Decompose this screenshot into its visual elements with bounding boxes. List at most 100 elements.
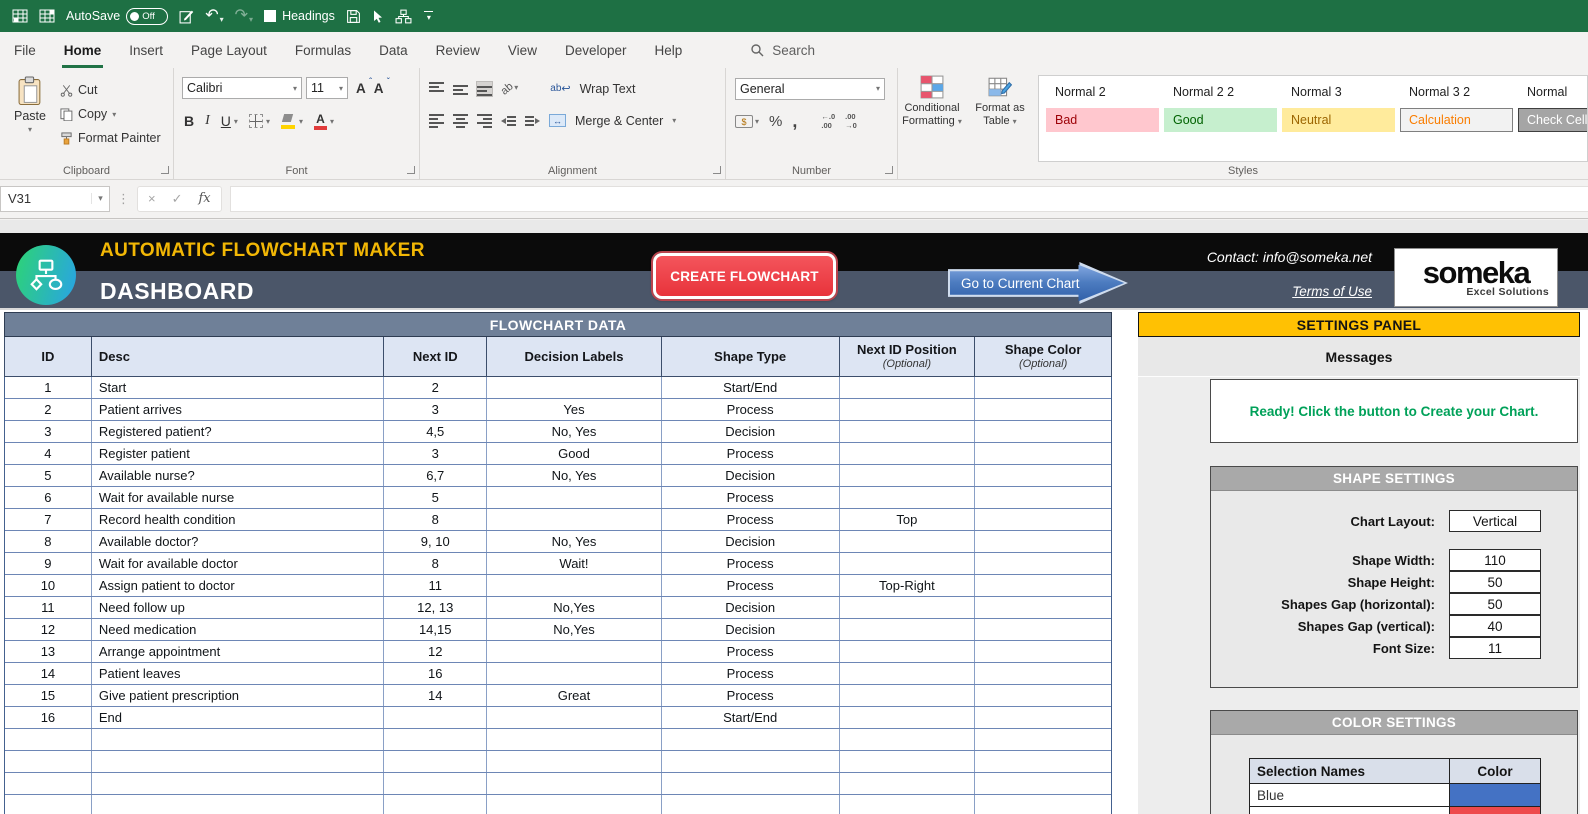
cell-desc[interactable]: Start bbox=[92, 377, 385, 398]
save-icon[interactable] bbox=[346, 9, 361, 24]
cell-id[interactable]: 3 bbox=[5, 421, 92, 442]
cell-next-id[interactable]: 12, 13 bbox=[384, 597, 488, 618]
cell-next-id[interactable]: 5 bbox=[384, 487, 488, 508]
empty-cell[interactable] bbox=[92, 729, 385, 750]
cell-decision-labels[interactable] bbox=[487, 707, 662, 728]
cell-id[interactable]: 14 bbox=[5, 663, 92, 684]
paste-button[interactable]: Paste ▾ bbox=[7, 75, 53, 150]
empty-cell[interactable] bbox=[5, 773, 92, 794]
cut-button[interactable]: Cut bbox=[60, 78, 161, 102]
cell-next-id-position[interactable] bbox=[840, 377, 976, 398]
increase-indent-button[interactable] bbox=[525, 115, 540, 126]
italic-button[interactable]: I bbox=[205, 113, 210, 129]
empty-cell[interactable] bbox=[5, 795, 92, 814]
empty-cell[interactable] bbox=[92, 795, 385, 814]
name-box-dropdown-icon[interactable]: ▾ bbox=[91, 193, 109, 204]
cell-shape-color[interactable] bbox=[975, 487, 1111, 508]
color-name-cell[interactable] bbox=[1250, 807, 1450, 814]
cell-id[interactable]: 7 bbox=[5, 509, 92, 530]
name-box[interactable]: V31 ▾ bbox=[0, 185, 110, 212]
cell-desc[interactable]: End bbox=[92, 707, 385, 728]
cell-desc[interactable]: Register patient bbox=[92, 443, 385, 464]
ribbon-tab[interactable]: Data bbox=[365, 32, 422, 68]
merge-center-button[interactable]: Merge & Center bbox=[575, 114, 663, 128]
percent-style-button[interactable]: % bbox=[769, 113, 782, 130]
cell-desc[interactable]: Wait for available doctor bbox=[92, 553, 385, 574]
cell-desc[interactable]: Need follow up bbox=[92, 597, 385, 618]
wrap-text-button[interactable]: Wrap Text bbox=[580, 82, 636, 96]
cell-decision-labels[interactable]: Great bbox=[487, 685, 662, 706]
terms-of-use-link[interactable]: Terms of Use bbox=[1140, 284, 1372, 299]
cell-desc[interactable]: Arrange appointment bbox=[92, 641, 385, 662]
format-as-table-button[interactable]: Format as Table ▾ bbox=[966, 75, 1034, 179]
redo-button[interactable]: ↷ ▾ bbox=[235, 8, 253, 24]
cell-id[interactable]: 8 bbox=[5, 531, 92, 552]
align-top-button[interactable] bbox=[429, 81, 444, 96]
cell-id[interactable]: 6 bbox=[5, 487, 92, 508]
align-center-button[interactable] bbox=[453, 113, 468, 128]
headings-toggle[interactable]: Headings bbox=[264, 9, 335, 23]
cell-style-item[interactable]: Normal 2 2 bbox=[1164, 80, 1277, 104]
orientation-button[interactable]: ab ▾ bbox=[499, 80, 519, 97]
empty-cell[interactable] bbox=[662, 751, 840, 772]
cell-decision-labels[interactable] bbox=[487, 641, 662, 662]
cell-next-id[interactable]: 12 bbox=[384, 641, 488, 662]
borders-button[interactable] bbox=[248, 114, 263, 128]
cell-style-item[interactable]: Check Cell bbox=[1518, 108, 1587, 132]
cell-shape-color[interactable] bbox=[975, 597, 1111, 618]
autosave-toggle[interactable]: AutoSave Off bbox=[66, 7, 169, 25]
empty-cell[interactable] bbox=[5, 751, 92, 772]
cell-next-id[interactable]: 14,15 bbox=[384, 619, 488, 640]
setting-input[interactable]: 50 bbox=[1449, 571, 1541, 593]
cell-decision-labels[interactable]: Wait! bbox=[487, 553, 662, 574]
align-right-button[interactable] bbox=[477, 113, 492, 128]
cell-next-id-position[interactable] bbox=[840, 531, 976, 552]
cell-shape-type[interactable]: Process bbox=[662, 509, 840, 530]
insert-function-icon[interactable]: fx bbox=[199, 191, 211, 206]
cell-desc[interactable]: Assign patient to doctor bbox=[92, 575, 385, 596]
cell-id[interactable]: 1 bbox=[5, 377, 92, 398]
cell-shape-color[interactable] bbox=[975, 575, 1111, 596]
cell-shape-color[interactable] bbox=[975, 685, 1111, 706]
cell-next-id-position[interactable] bbox=[840, 597, 976, 618]
cell-next-id[interactable]: 9, 10 bbox=[384, 531, 488, 552]
cancel-icon[interactable]: × bbox=[148, 191, 156, 206]
cell-next-id[interactable]: 6,7 bbox=[384, 465, 488, 486]
font-color-dropdown-icon[interactable]: ▾ bbox=[330, 117, 334, 126]
format-painter-button[interactable]: Format Painter bbox=[60, 126, 161, 150]
cell-id[interactable]: 13 bbox=[5, 641, 92, 662]
cell-shape-color[interactable] bbox=[975, 443, 1111, 464]
formula-input[interactable] bbox=[229, 185, 1588, 212]
cell-next-id[interactable]: 3 bbox=[384, 443, 488, 464]
setting-input[interactable]: Vertical bbox=[1449, 510, 1541, 532]
decrease-indent-button[interactable] bbox=[501, 115, 516, 126]
setting-input[interactable]: 110 bbox=[1449, 549, 1541, 571]
ribbon-tab[interactable]: Home bbox=[50, 32, 116, 68]
cell-decision-labels[interactable]: Yes bbox=[487, 399, 662, 420]
empty-cell[interactable] bbox=[487, 773, 662, 794]
empty-cell[interactable] bbox=[975, 729, 1111, 750]
cell-next-id[interactable]: 4,5 bbox=[384, 421, 488, 442]
cell-next-id-position[interactable] bbox=[840, 641, 976, 662]
ribbon-tab[interactable]: Help bbox=[641, 32, 697, 68]
cell-shape-type[interactable]: Decision bbox=[662, 531, 840, 552]
empty-cell[interactable] bbox=[92, 751, 385, 772]
cell-next-id-position[interactable] bbox=[840, 443, 976, 464]
empty-cell[interactable] bbox=[662, 773, 840, 794]
number-dialog-launcher[interactable] bbox=[885, 166, 893, 174]
cell-shape-color[interactable] bbox=[975, 399, 1111, 420]
cell-shape-type[interactable]: Process bbox=[662, 575, 840, 596]
empty-cell[interactable] bbox=[384, 751, 488, 772]
cell-shape-color[interactable] bbox=[975, 531, 1111, 552]
cell-style-item[interactable]: Normal 3 2 bbox=[1400, 80, 1513, 104]
cell-desc[interactable]: Patient arrives bbox=[92, 399, 385, 420]
cell-next-id-position[interactable] bbox=[840, 553, 976, 574]
align-left-button[interactable] bbox=[429, 113, 444, 128]
cell-next-id-position[interactable] bbox=[840, 465, 976, 486]
cell-shape-type[interactable]: Process bbox=[662, 487, 840, 508]
empty-cell[interactable] bbox=[384, 773, 488, 794]
save-as-icon[interactable] bbox=[179, 9, 194, 24]
cell-style-item[interactable]: Normal 3 bbox=[1282, 80, 1395, 104]
decrease-decimal-button[interactable]: .00 →0 bbox=[845, 112, 857, 130]
cell-shape-color[interactable] bbox=[975, 553, 1111, 574]
